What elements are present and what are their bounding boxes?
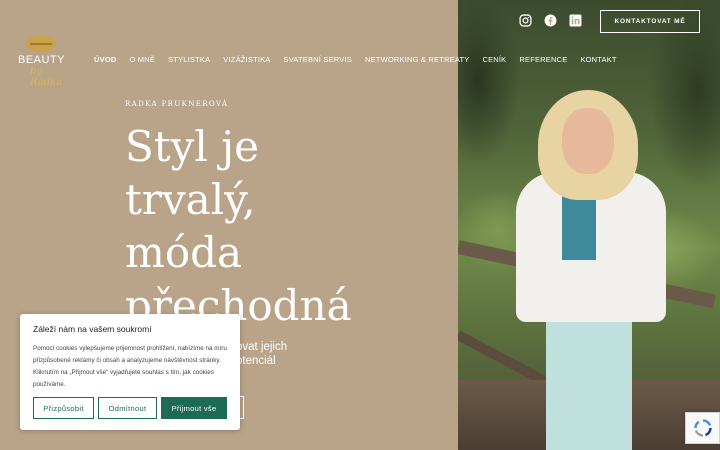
hero-photo	[458, 0, 720, 450]
nav-item-cenik[interactable]: CENÍK	[482, 55, 506, 64]
cookie-buttons: Přizpůsobit Odmítnout Přijmout vše	[33, 397, 227, 419]
hero-eyebrow: RADKA PRUKNEROVÁ	[125, 100, 229, 108]
facebook-icon[interactable]	[544, 14, 557, 27]
headline-line: móda	[125, 228, 243, 277]
hero-subtext-line: ovat jejich	[236, 341, 288, 353]
nav-item-reference[interactable]: REFERENCE	[519, 55, 567, 64]
nav-item-svatebni-servis[interactable]: SVATEBNÍ SERVIS	[284, 55, 352, 64]
nav-item-kontakt[interactable]: KONTAKT	[580, 55, 616, 64]
hero-subtext: ovat jejich otenciál	[236, 340, 356, 368]
nav-item-o-mne[interactable]: O MNĚ	[129, 55, 155, 64]
hero-subtext-line: otenciál	[236, 355, 276, 367]
lips-icon	[26, 36, 56, 52]
cookie-consent-dialog: Záleží nám na vašem soukromí Pomocí cook…	[20, 314, 240, 430]
nav-item-uvod[interactable]: ÚVOD	[94, 55, 116, 64]
hero-headline: Styl je trvalý, móda přechodná	[125, 120, 445, 332]
instagram-icon[interactable]	[519, 14, 532, 27]
headline-line: Styl je	[125, 122, 260, 171]
logo-wordmark: BEAUTY	[18, 54, 66, 66]
recaptcha-badge[interactable]	[685, 412, 720, 444]
contact-me-button[interactable]: KONTAKTOVAT MĚ	[600, 10, 700, 33]
linkedin-icon[interactable]	[569, 14, 582, 27]
nav-item-vizazistika[interactable]: VIZÁŽISTIKA	[223, 55, 270, 64]
headline-line: trvalý,	[125, 175, 256, 224]
reject-button[interactable]: Odmítnout	[98, 397, 157, 419]
logo-script: by Radka	[30, 66, 63, 88]
accept-all-button[interactable]: Přijmout vše	[161, 397, 227, 419]
social-links	[519, 14, 582, 27]
site-logo[interactable]: BEAUTY by Radka	[18, 34, 74, 88]
cookie-body: Pomocí cookies vylepšujeme prijemnost pr…	[33, 345, 227, 388]
recaptcha-icon	[693, 419, 712, 437]
nav-item-stylistka[interactable]: STYLISTKA	[168, 55, 210, 64]
main-nav: ÚVOD O MNĚ STYLISTKA VIZÁŽISTIKA SVATEBN…	[94, 55, 630, 64]
customize-button[interactable]: Přizpůsobit	[33, 397, 94, 419]
cookie-title: Záleží nám na vašem soukromí	[33, 324, 152, 334]
nav-item-networking[interactable]: NETWORKING & RETREATY	[365, 55, 469, 64]
